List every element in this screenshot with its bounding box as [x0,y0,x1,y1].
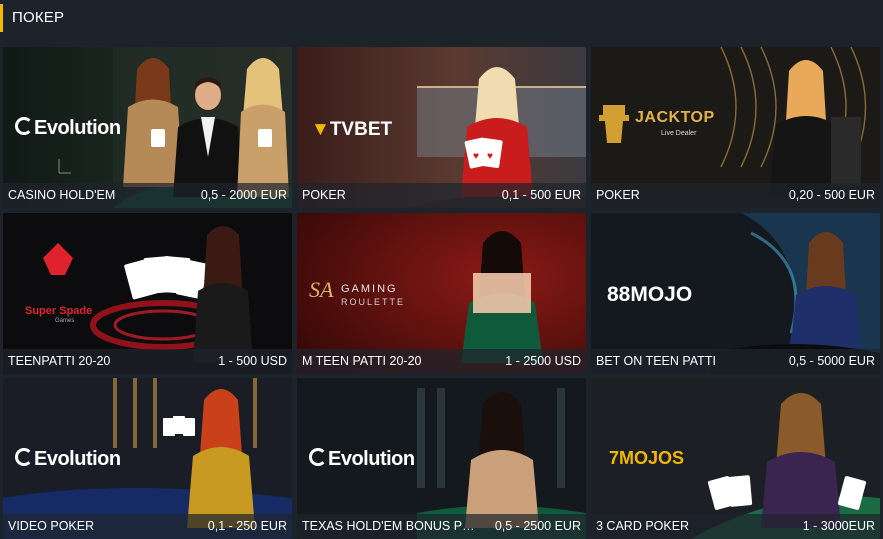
game-name: BET ON TEEN PATTI [596,354,716,368]
game-card-video-poker[interactable]: Evolution VIDEO POKER 0,1 - 250 EUR [3,378,292,539]
game-name: POKER [302,188,346,202]
bet-limits: 1 - 3000EUR [802,519,875,533]
game-card-poker-jacktop[interactable]: JACKTOP Live Dealer POKER 0,20 - 500 EUR [591,47,880,208]
game-name: CASINO HOLD'EM [8,188,116,202]
jacktop-logo: JACKTOP [635,109,715,126]
game-name: M TEEN PATTI 20-20 [302,354,422,368]
game-card-teenpatti-20-20[interactable]: Super Spade Games TEENPATTI 20-20 1 - 50… [3,213,292,374]
super-spade-logo: Super Spade [25,305,93,317]
evolution-logo: Evolution [15,117,121,140]
game-name: TEXAS HOLD'EM BONUS POKER [302,519,477,533]
game-card-casino-holdem[interactable]: Evolution CASINO HOLD'EM 0,5 - 2000 EUR [3,47,292,208]
game-card-poker-tvbet[interactable]: ♥ ♥ ▼TVBET POKER 0,1 - 500 EUR [297,47,586,208]
game-name: VIDEO POKER [8,519,95,533]
game-grid: Evolution CASINO HOLD'EM 0,5 - 2000 EUR … [0,36,883,539]
bet-limits: 0,1 - 500 EUR [501,188,581,202]
bet-limits: 0,5 - 5000 EUR [788,354,875,368]
bet-limits: 0,1 - 250 EUR [207,519,287,533]
sa-gaming-label: GAMING [341,283,398,295]
game-name: 3 CARD POKER [596,519,690,533]
88mojo-logo: 88MOJO [607,283,693,306]
evolution-logo: Evolution [309,448,415,471]
bet-limits: 0,20 - 500 EUR [788,188,875,202]
sa-gaming-mark: SA [309,277,334,302]
7mojos-logo: 7MOJOS [609,448,685,468]
evolution-logo: Evolution [15,448,121,471]
game-name: POKER [596,188,640,202]
game-card-3-card-poker[interactable]: 7MOJOS 3 CARD POKER 1 - 3000EUR [591,378,880,539]
bet-limits: 1 - 500 USD [218,354,287,368]
svg-text:♥: ♥ [487,151,493,162]
svg-text:♥: ♥ [473,151,479,162]
section-title: ПОКЕР [12,9,65,26]
game-card-m-teen-patti-20-20[interactable]: SA GAMING ROULETTE M TEEN PATTI 20-20 1 … [297,213,586,374]
sa-gaming-sub: ROULETTE [341,297,406,307]
section-header: ПОКЕР [0,0,883,36]
section-accent-bar [0,4,3,32]
game-card-bet-on-teen-patti[interactable]: 88MOJO BET ON TEEN PATTI 0,5 - 5000 EUR [591,213,880,374]
jacktop-subtitle: Live Dealer [661,130,697,137]
bet-limits: 0,5 - 2500 EUR [494,519,581,533]
game-name: TEENPATTI 20-20 [8,354,111,368]
super-spade-subtitle: Games [55,318,75,324]
tvbet-logo: ▼TVBET [311,119,393,140]
game-card-texas-holdem-bonus-poker[interactable]: Evolution TEXAS HOLD'EM BONUS POKER 0,5 … [297,378,586,539]
bet-limits: 1 - 2500 USD [505,354,581,368]
bet-limits: 0,5 - 2000 EUR [200,188,287,202]
